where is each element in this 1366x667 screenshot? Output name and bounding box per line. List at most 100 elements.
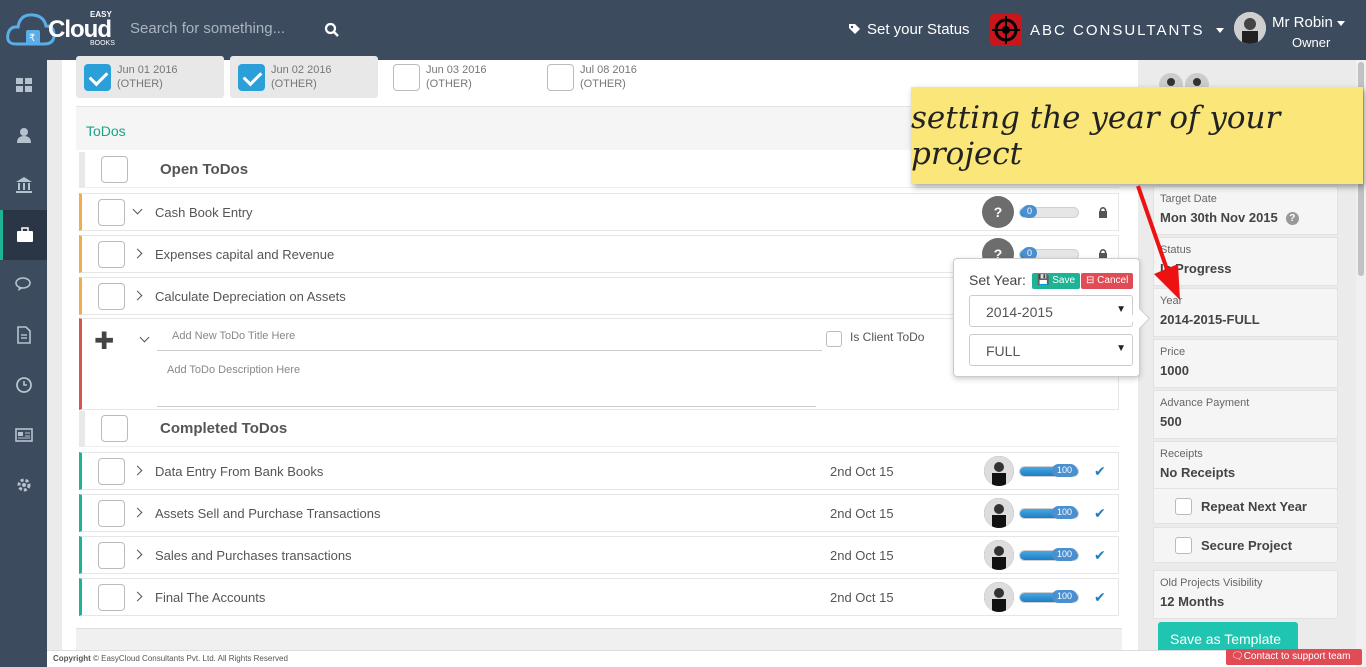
- progress-bar[interactable]: 100: [1019, 590, 1079, 603]
- chevron-right-icon[interactable]: [133, 550, 143, 560]
- repeat-next-year-checkbox[interactable]: [1175, 497, 1192, 515]
- chevron-right-icon[interactable]: [133, 249, 143, 259]
- todo-row[interactable]: Final The Accounts 2nd Oct 15 100 ✔: [79, 578, 1119, 616]
- secure-project-toggle[interactable]: Secure Project: [1153, 527, 1338, 563]
- user-name: Mr Robin: [1272, 14, 1345, 31]
- footer: Copyright © EasyCloud Consultants Pvt. L…: [47, 650, 1356, 667]
- user-role: Owner: [1292, 35, 1331, 50]
- assignee-avatar[interactable]: [984, 498, 1014, 528]
- todo-checkbox[interactable]: [98, 282, 125, 310]
- annotation-arrow-icon: [1136, 185, 1180, 300]
- select-all-open-checkbox[interactable]: [101, 156, 128, 183]
- date-tag: (OTHER): [271, 78, 317, 90]
- sidebar-item-news[interactable]: [0, 410, 47, 460]
- sidebar-item-history[interactable]: [0, 360, 47, 410]
- year-select[interactable]: 2014-2015 ▼: [969, 295, 1133, 327]
- select-all-completed-checkbox[interactable]: [101, 415, 128, 442]
- copyright-label: Copyright: [53, 654, 91, 663]
- chat-icon: [14, 277, 31, 291]
- progress-bar[interactable]: 100: [1019, 464, 1079, 477]
- sidebar-item-dashboard[interactable]: [0, 60, 47, 110]
- period-select[interactable]: FULL ▼: [969, 334, 1133, 366]
- assignee-avatar[interactable]: [984, 540, 1014, 570]
- set-status-label: Set your Status: [867, 21, 970, 38]
- help-icon[interactable]: ?: [1285, 212, 1299, 226]
- sidebar-item-projects[interactable]: [0, 210, 47, 260]
- advance-payment-card[interactable]: Advance Payment 500: [1153, 390, 1338, 439]
- lock-icon[interactable]: [1098, 206, 1108, 218]
- date-option[interactable]: Jul 08 2016 (OTHER): [539, 56, 687, 98]
- gear-icon: [17, 478, 30, 492]
- price-card[interactable]: Price 1000: [1153, 339, 1338, 388]
- sidebar-item-bank[interactable]: [0, 160, 47, 210]
- sidebar: [0, 60, 47, 667]
- client-todo-checkbox[interactable]: [826, 331, 842, 347]
- search-input[interactable]: Search for something...: [130, 20, 310, 37]
- dashboard-icon: [15, 78, 32, 92]
- todo-checkbox[interactable]: [98, 457, 125, 485]
- chevron-right-icon[interactable]: [133, 291, 143, 301]
- sidebar-item-settings[interactable]: [0, 460, 47, 510]
- assignee-avatar[interactable]: [984, 582, 1014, 612]
- todo-title: Data Entry From Bank Books: [155, 463, 324, 479]
- chevron-down-icon[interactable]: [133, 207, 143, 217]
- assignee-avatar[interactable]: [984, 456, 1014, 486]
- new-todo-title-input[interactable]: Add New ToDo Title Here: [157, 327, 822, 351]
- completed-todos-title: Completed ToDos: [160, 420, 288, 437]
- chevron-down-icon[interactable]: [140, 335, 150, 345]
- todo-checkbox[interactable]: [98, 198, 125, 226]
- todo-title: Cash Book Entry: [155, 204, 253, 220]
- todo-row[interactable]: Data Entry From Bank Books 2nd Oct 15 10…: [79, 452, 1119, 490]
- progress-value: 100: [1052, 548, 1078, 561]
- cancel-button[interactable]: ⊟ Cancel: [1081, 273, 1134, 289]
- unassigned-avatar[interactable]: ?: [982, 196, 1014, 228]
- plus-icon[interactable]: ✚: [94, 327, 114, 356]
- receipts-value: No Receipts: [1160, 465, 1236, 480]
- date-option[interactable]: Jun 01 2016 (OTHER): [76, 56, 224, 98]
- progress-bar[interactable]: 100: [1019, 548, 1079, 561]
- progress-value: 100: [1052, 506, 1078, 519]
- set-status-button[interactable]: Set your Status: [848, 21, 970, 38]
- progress-value: 0: [1022, 205, 1038, 218]
- new-todo-description-input[interactable]: Add ToDo Description Here: [157, 361, 816, 407]
- todo-row[interactable]: Cash Book Entry ? 0: [79, 193, 1119, 231]
- chevron-right-icon[interactable]: [133, 508, 143, 518]
- search-icon[interactable]: [324, 22, 340, 38]
- todo-title: Calculate Depreciation on Assets: [155, 288, 346, 304]
- date-checkbox[interactable]: [547, 63, 574, 91]
- dropdown-arrow-icon: ▼: [1116, 343, 1126, 354]
- date-option[interactable]: Jun 02 2016 (OTHER): [230, 56, 378, 98]
- date-checkbox[interactable]: [393, 63, 420, 91]
- company-switcher[interactable]: ABC CONSULTANTS: [990, 14, 1225, 46]
- annotation-callout: setting the year of your project: [911, 87, 1363, 184]
- todo-row[interactable]: Sales and Purchases transactions 2nd Oct…: [79, 536, 1119, 574]
- chevron-right-icon[interactable]: [133, 592, 143, 602]
- secure-project-checkbox[interactable]: [1175, 536, 1192, 554]
- year-value: 2014-2015-FULL: [1160, 312, 1260, 327]
- sidebar-item-documents[interactable]: [0, 310, 47, 360]
- todo-checkbox[interactable]: [98, 499, 125, 527]
- todo-checkbox[interactable]: [98, 583, 125, 611]
- contact-support-button[interactable]: 🗨Contact to support team: [1226, 649, 1362, 665]
- date-tag: (OTHER): [117, 78, 163, 90]
- set-year-title: Set Year:: [969, 272, 1026, 288]
- app-logo[interactable]: ₹ EASY Cloud BOOKS: [6, 6, 124, 52]
- old-projects-visibility-card[interactable]: Old Projects Visibility 12 Months: [1153, 570, 1338, 619]
- todo-checkbox[interactable]: [98, 240, 125, 268]
- date-checkbox[interactable]: [84, 63, 111, 91]
- sidebar-item-chat[interactable]: [0, 260, 47, 310]
- sidebar-item-users[interactable]: [0, 110, 47, 160]
- progress-value: 100: [1052, 464, 1078, 477]
- date-checkbox[interactable]: [238, 63, 265, 91]
- checkmark-icon: ✔: [1094, 505, 1106, 521]
- repeat-next-year-toggle[interactable]: Repeat Next Year: [1153, 488, 1338, 524]
- date-option[interactable]: Jun 03 2016 (OTHER): [385, 56, 533, 98]
- progress-bar[interactable]: 0: [1019, 205, 1079, 218]
- save-button[interactable]: 💾 Save: [1032, 273, 1081, 289]
- receipts-card[interactable]: Receipts No Receipts: [1153, 441, 1338, 490]
- progress-bar[interactable]: 100: [1019, 506, 1079, 519]
- chevron-right-icon[interactable]: [133, 466, 143, 476]
- todo-row[interactable]: Assets Sell and Purchase Transactions 2n…: [79, 494, 1119, 532]
- price-label: Price: [1160, 346, 1186, 358]
- todo-checkbox[interactable]: [98, 541, 125, 569]
